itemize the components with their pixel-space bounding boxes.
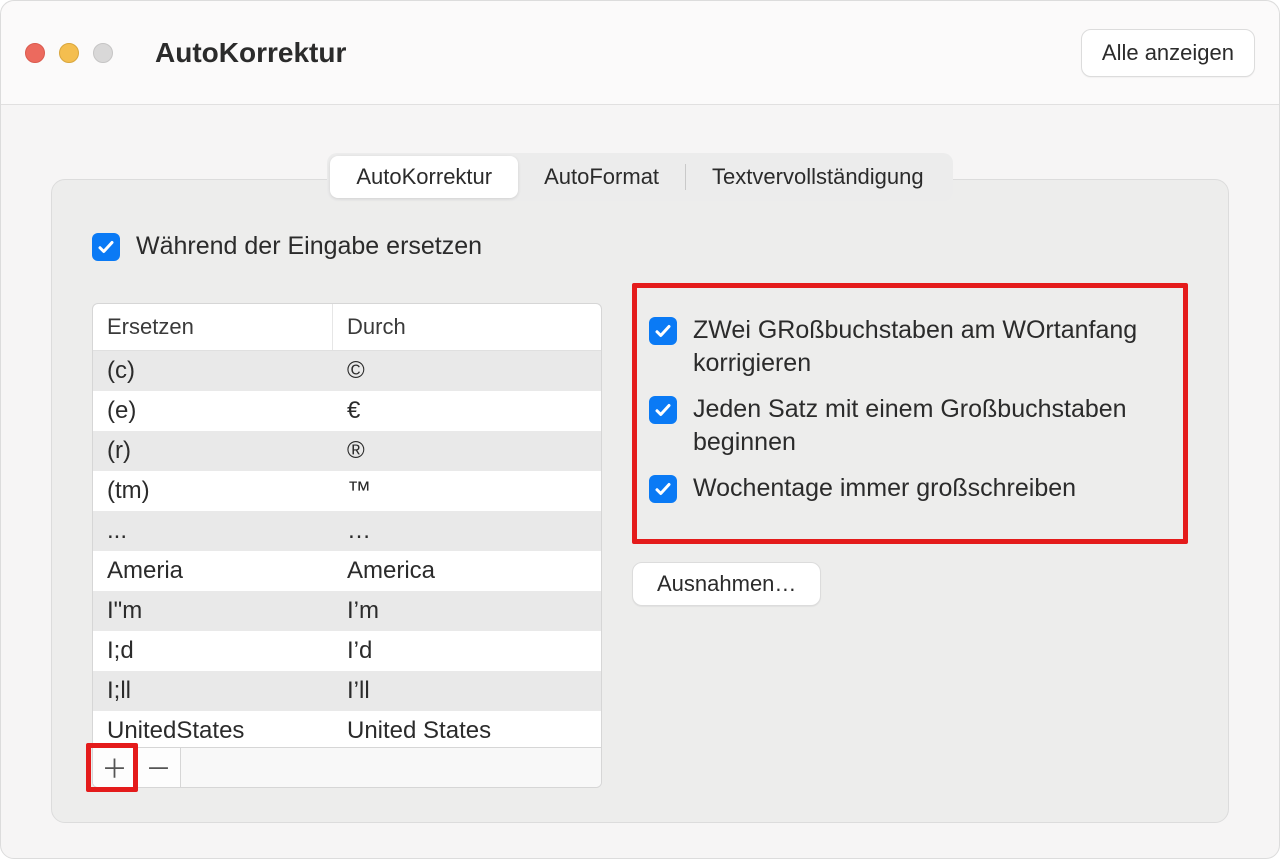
- replace-while-typing-option[interactable]: Während der Eingabe ersetzen: [92, 232, 1188, 261]
- settings-panel: Während der Eingabe ersetzen Ersetzen Du…: [51, 179, 1229, 823]
- cell-replace: (e): [93, 391, 333, 431]
- cell-replace: I"m: [93, 591, 333, 631]
- checkbox-checked-icon[interactable]: [92, 233, 120, 261]
- cell-replace: I;ll: [93, 671, 333, 711]
- cell-with: ™: [333, 471, 601, 511]
- tab-autoformat[interactable]: AutoFormat: [518, 156, 685, 198]
- tab-autokorrektur[interactable]: AutoKorrektur: [330, 156, 518, 198]
- cell-with: ©: [333, 351, 601, 391]
- cell-replace: (c): [93, 351, 333, 391]
- table-row[interactable]: (tm)™: [93, 471, 601, 511]
- table-footer: ＋ －: [93, 747, 601, 787]
- table-row[interactable]: (r)®: [93, 431, 601, 471]
- show-all-button[interactable]: Alle anzeigen: [1081, 29, 1255, 77]
- table-row[interactable]: I;llI’ll: [93, 671, 601, 711]
- titlebar: AutoKorrektur Alle anzeigen: [1, 1, 1279, 105]
- right-column: ZWei GRoßbuchstaben am WOrtanfang korrig…: [632, 303, 1188, 606]
- checkbox-checked-icon[interactable]: [649, 475, 677, 503]
- cell-replace: UnitedStates: [93, 711, 333, 747]
- cell-with: I’ll: [333, 671, 601, 711]
- option-capitalize-sentence[interactable]: Jeden Satz mit einem Großbuchstaben begi…: [649, 393, 1171, 458]
- tab-bar: AutoKorrektur AutoFormat Textvervollstän…: [51, 153, 1229, 201]
- traffic-lights: [25, 43, 113, 63]
- body-row: Ersetzen Durch (c)©(e)€(r)®(tm)™...…Amer…: [92, 303, 1188, 788]
- window-title: AutoKorrektur: [155, 37, 346, 69]
- checkbox-checked-icon[interactable]: [649, 396, 677, 424]
- tab-textvervollstaendigung[interactable]: Textvervollständigung: [686, 156, 950, 198]
- checkbox-checked-icon[interactable]: [649, 317, 677, 345]
- table-row[interactable]: I"mI’m: [93, 591, 601, 631]
- add-row-button[interactable]: ＋: [93, 748, 137, 787]
- preferences-window: AutoKorrektur Alle anzeigen AutoKorrektu…: [0, 0, 1280, 859]
- column-header-replace[interactable]: Ersetzen: [93, 304, 333, 350]
- cell-with: €: [333, 391, 601, 431]
- table-row[interactable]: ...…: [93, 511, 601, 551]
- option-capitalize-weekdays-label: Wochentage immer großschreiben: [693, 472, 1076, 505]
- table-row[interactable]: I;dI’d: [93, 631, 601, 671]
- close-window-button[interactable]: [25, 43, 45, 63]
- option-capitalize-weekdays[interactable]: Wochentage immer großschreiben: [649, 472, 1171, 505]
- exceptions-button[interactable]: Ausnahmen…: [632, 562, 821, 606]
- remove-row-button[interactable]: －: [137, 748, 181, 787]
- cell-replace: ...: [93, 511, 333, 551]
- cell-with: I’m: [333, 591, 601, 631]
- cell-with: …: [333, 511, 601, 551]
- cell-with: America: [333, 551, 601, 591]
- minimize-window-button[interactable]: [59, 43, 79, 63]
- cell-replace: (tm): [93, 471, 333, 511]
- cell-replace: I;d: [93, 631, 333, 671]
- content-area: AutoKorrektur AutoFormat Textvervollstän…: [1, 105, 1279, 823]
- cell-with: ®: [333, 431, 601, 471]
- segmented-control: AutoKorrektur AutoFormat Textvervollstän…: [327, 153, 952, 201]
- option-two-caps[interactable]: ZWei GRoßbuchstaben am WOrtanfang korrig…: [649, 314, 1171, 379]
- option-two-caps-label: ZWei GRoßbuchstaben am WOrtanfang korrig…: [693, 314, 1171, 379]
- replacements-table: Ersetzen Durch (c)©(e)€(r)®(tm)™...…Amer…: [92, 303, 602, 788]
- table-row[interactable]: (e)€: [93, 391, 601, 431]
- replace-while-typing-label: Während der Eingabe ersetzen: [136, 232, 482, 261]
- table-header: Ersetzen Durch: [93, 304, 601, 351]
- cell-replace: Ameria: [93, 551, 333, 591]
- cell-with: I’d: [333, 631, 601, 671]
- table-row[interactable]: UnitedStatesUnited States: [93, 711, 601, 747]
- table-row[interactable]: (c)©: [93, 351, 601, 391]
- option-capitalize-sentence-label: Jeden Satz mit einem Großbuchstaben begi…: [693, 393, 1171, 458]
- cell-with: United States: [333, 711, 601, 747]
- highlight-annotation-options: ZWei GRoßbuchstaben am WOrtanfang korrig…: [632, 283, 1188, 544]
- table-row[interactable]: AmeriaAmerica: [93, 551, 601, 591]
- table-body[interactable]: (c)©(e)€(r)®(tm)™...…AmeriaAmericaI"mI’m…: [93, 351, 601, 747]
- column-header-with[interactable]: Durch: [333, 304, 601, 350]
- cell-replace: (r): [93, 431, 333, 471]
- zoom-window-button[interactable]: [93, 43, 113, 63]
